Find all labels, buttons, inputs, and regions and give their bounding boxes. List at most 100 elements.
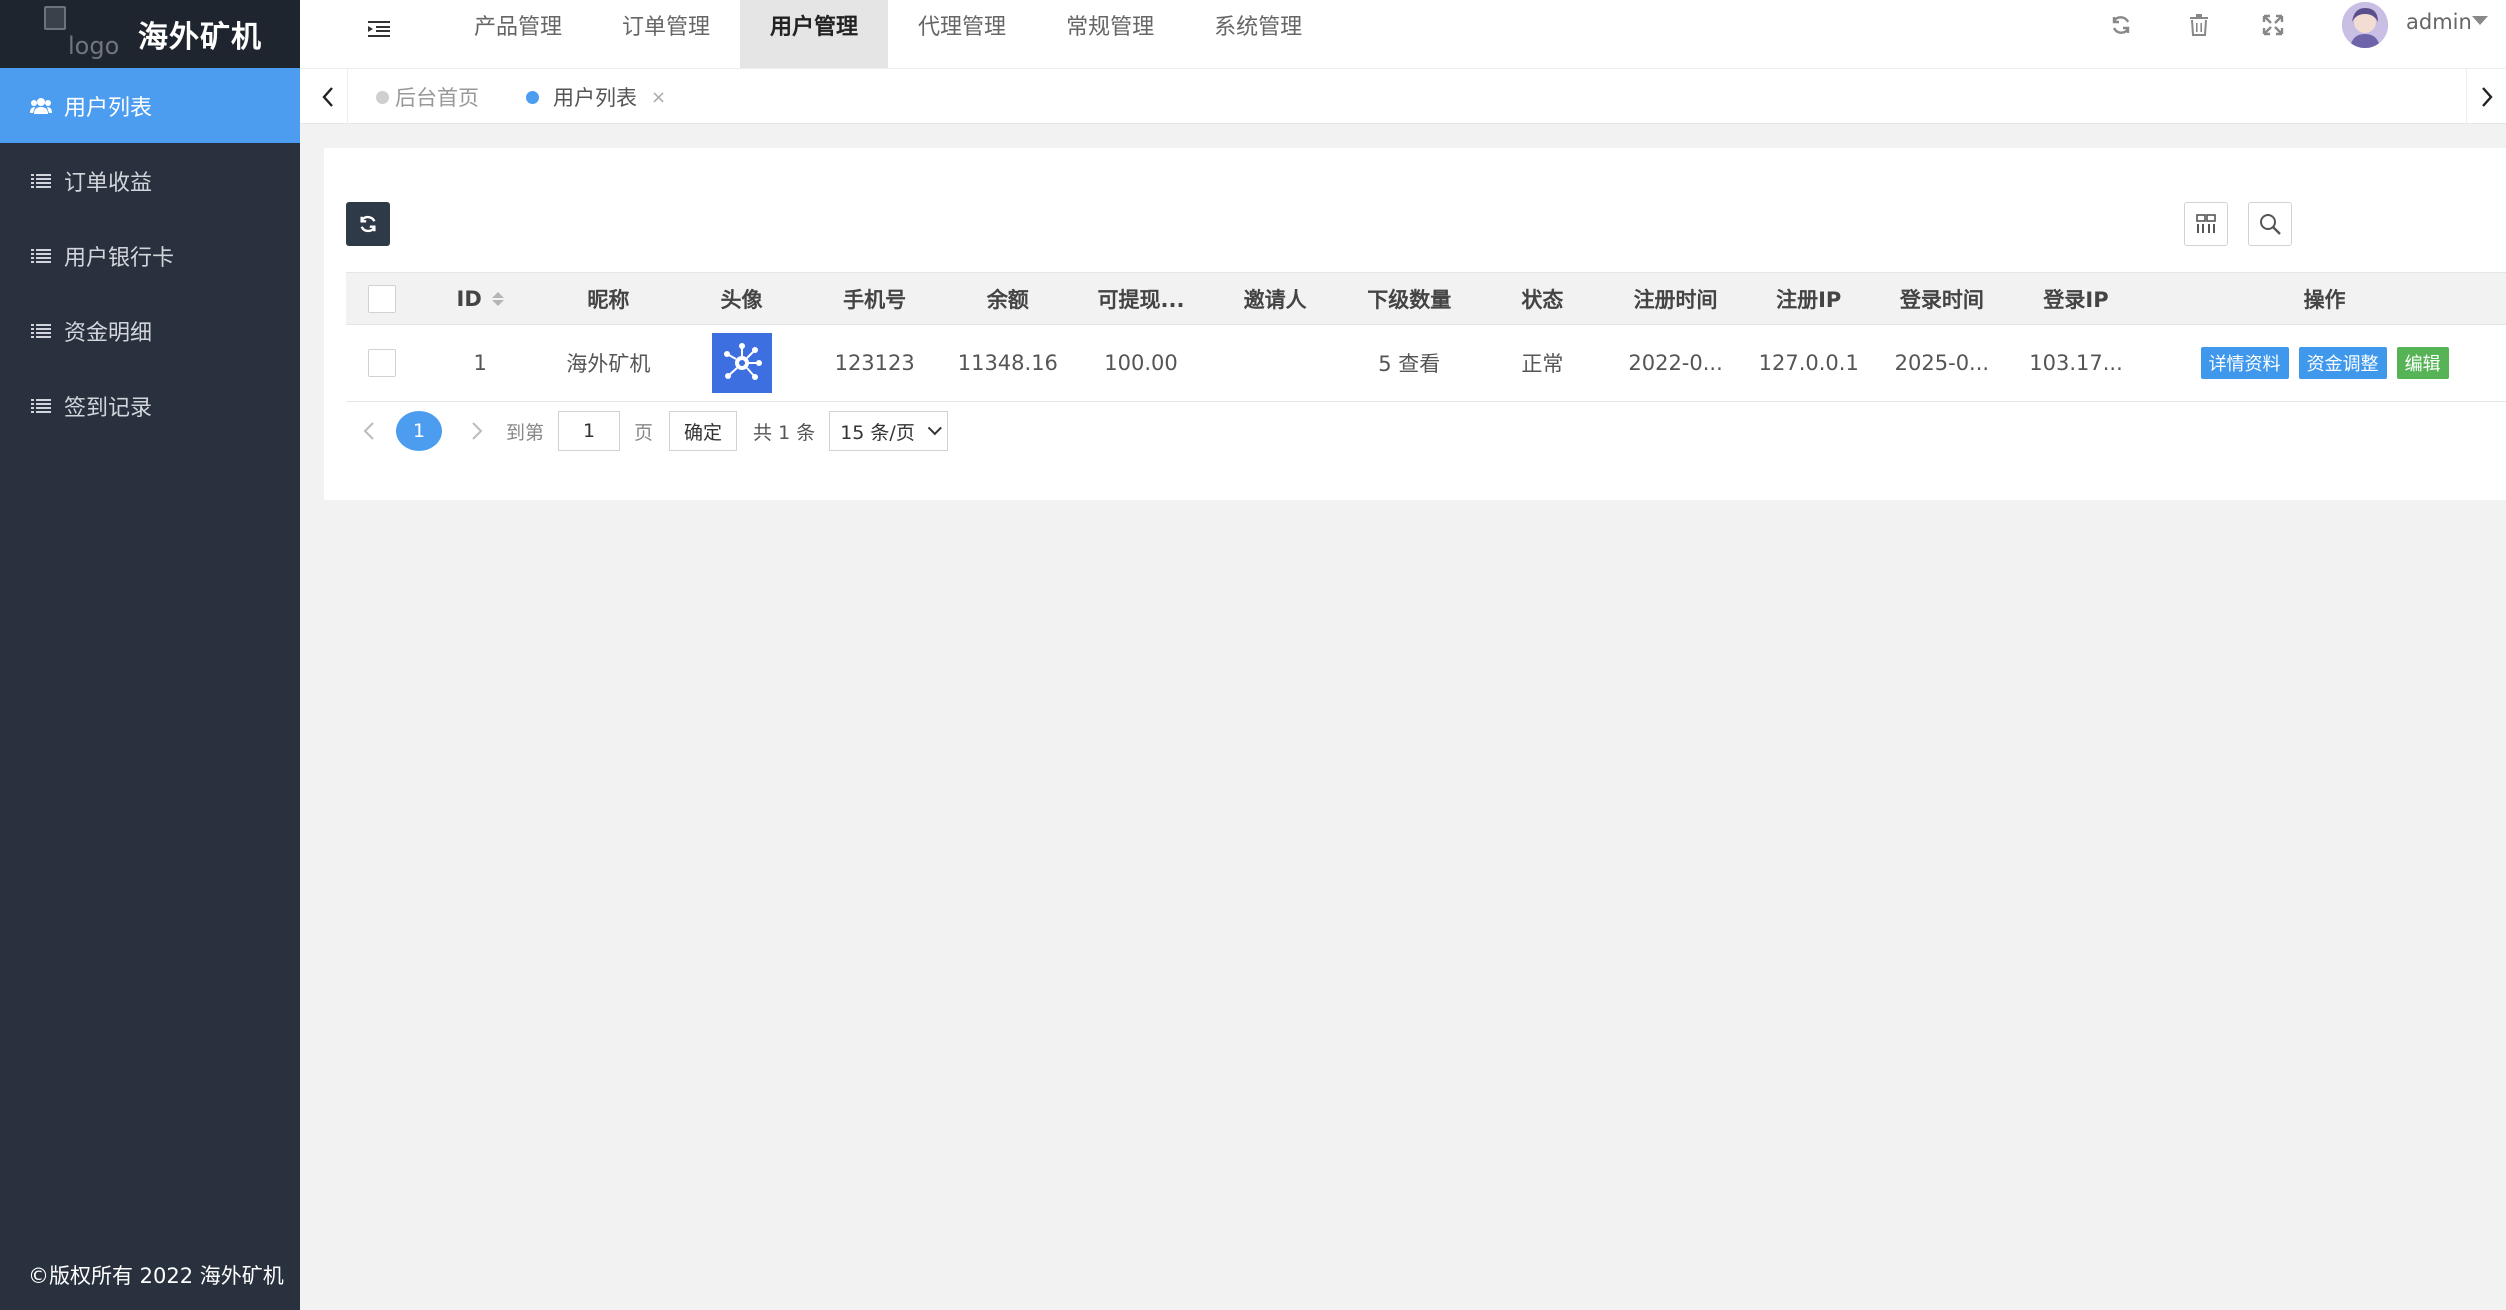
tab-user-list[interactable]: 用户列表 × bbox=[526, 69, 666, 125]
col-sub-count: 下级数量 bbox=[1367, 287, 1452, 312]
col-actions: 操作 bbox=[2303, 287, 2346, 312]
dot-icon bbox=[376, 90, 389, 104]
col-balance: 余额 bbox=[986, 287, 1029, 312]
cell-balance: 11348.16 bbox=[957, 351, 1058, 375]
page-tabs: 后台首页 用户列表 × bbox=[300, 68, 2506, 125]
sidebar-item-label: 签到记录 bbox=[64, 395, 153, 421]
tab-label: 用户列表 bbox=[553, 86, 637, 110]
top-nav: 产品管理 订单管理 用户管理 代理管理 常规管理 系统管理 bbox=[444, 0, 1332, 68]
col-id[interactable]: ID bbox=[419, 273, 541, 324]
fund-adjust-button[interactable]: 资金调整 bbox=[2298, 347, 2387, 379]
tab-home[interactable]: 后台首页 bbox=[376, 69, 479, 125]
page-unit-label: 页 bbox=[634, 421, 654, 444]
app-title: 海外矿机 bbox=[138, 20, 262, 55]
chevron-right-icon[interactable] bbox=[2466, 69, 2506, 125]
page-input[interactable] bbox=[558, 411, 621, 451]
logo-bar: logo 海外矿机 bbox=[0, 0, 300, 68]
tab-system-management[interactable]: 系统管理 bbox=[1184, 0, 1332, 68]
row-checkbox[interactable] bbox=[368, 349, 397, 377]
sidebar-item-label: 订单收益 bbox=[64, 170, 153, 196]
list-icon bbox=[30, 172, 52, 190]
fullscreen-icon[interactable] bbox=[2258, 10, 2288, 40]
cell-actions: 详情资料 资金调整 编辑 bbox=[2143, 325, 2506, 401]
tab-product-management[interactable]: 产品管理 bbox=[444, 0, 592, 68]
logo-image: logo bbox=[44, 6, 120, 62]
cell-sub-count[interactable]: 5 查看 bbox=[1342, 325, 1476, 401]
cell-status: 正常 bbox=[1521, 352, 1564, 376]
cell-reg-time: 2022-0... bbox=[1628, 351, 1723, 375]
select-all-checkbox[interactable] bbox=[368, 284, 397, 313]
cell-login-time: 2025-0... bbox=[1894, 351, 1990, 375]
row-select-cell bbox=[346, 325, 419, 401]
tab-agent-management[interactable]: 代理管理 bbox=[888, 0, 1036, 68]
cell-inviter bbox=[1208, 325, 1342, 401]
sidebar-item-label: 用户银行卡 bbox=[64, 245, 175, 271]
sidebar-item-user-list[interactable]: 用户列表 bbox=[0, 68, 300, 143]
details-button[interactable]: 详情资料 bbox=[2200, 347, 2289, 379]
table-header: ID 昵称 头像 手机号 余额 可提现... 邀请人 下级数量 状态 注册时间 … bbox=[346, 273, 2506, 325]
col-withdrawable: 可提现... bbox=[1097, 287, 1185, 312]
tab-order-management[interactable]: 订单管理 bbox=[592, 0, 740, 68]
chevron-left-icon[interactable] bbox=[308, 69, 348, 125]
prev-page-icon[interactable] bbox=[354, 411, 384, 451]
network-icon bbox=[723, 343, 762, 380]
sidebar: logo 海外矿机 用户列表 订单收益 用户银行卡 资金明细 签到记录 ©版权所… bbox=[0, 0, 300, 1310]
user-name[interactable]: admin bbox=[2406, 10, 2472, 34]
next-page-icon[interactable] bbox=[462, 411, 492, 451]
col-login-ip: 登录IP bbox=[2043, 287, 2109, 312]
col-avatar: 头像 bbox=[720, 287, 763, 312]
page-size-select[interactable]: 15 条/页 bbox=[829, 411, 948, 451]
refresh-button[interactable] bbox=[346, 202, 390, 246]
chevron-down-icon[interactable] bbox=[2472, 16, 2488, 25]
edit-button[interactable]: 编辑 bbox=[2396, 347, 2449, 379]
cell-avatar bbox=[675, 325, 807, 401]
menu-toggle-icon[interactable] bbox=[364, 14, 394, 44]
user-table: ID 昵称 头像 手机号 余额 可提现... 邀请人 下级数量 状态 注册时间 … bbox=[346, 272, 2506, 402]
cell-id: 1 bbox=[473, 351, 487, 375]
cell-nickname: 海外矿机 bbox=[566, 352, 651, 376]
goto-label: 到第 bbox=[506, 421, 545, 444]
col-login-time: 登录时间 bbox=[1899, 287, 1984, 312]
confirm-button[interactable]: 确定 bbox=[669, 411, 738, 451]
col-reg-ip: 注册IP bbox=[1776, 287, 1842, 312]
chevron-down-icon bbox=[927, 421, 942, 436]
sidebar-item-label: 资金明细 bbox=[64, 320, 153, 346]
sidebar-item-label: 用户列表 bbox=[64, 95, 153, 121]
content-card: ID 昵称 头像 手机号 余额 可提现... 邀请人 下级数量 状态 注册时间 … bbox=[324, 148, 2506, 500]
logo-alt-text: logo bbox=[68, 32, 120, 60]
table-row: 1 海外矿机 123123 11348.16 100.00 5 查看 正常 20… bbox=[346, 325, 2506, 401]
sidebar-item-fund-details[interactable]: 资金明细 bbox=[0, 293, 300, 368]
cell-reg-ip: 127.0.0.1 bbox=[1758, 351, 1859, 375]
dot-icon bbox=[526, 90, 539, 104]
columns-button[interactable] bbox=[2184, 202, 2228, 246]
trash-icon[interactable] bbox=[2184, 10, 2214, 40]
tab-label: 后台首页 bbox=[395, 86, 479, 110]
page-size-value: 15 条/页 bbox=[840, 421, 915, 444]
sidebar-item-checkin-records[interactable]: 签到记录 bbox=[0, 368, 300, 443]
close-icon[interactable]: × bbox=[651, 87, 666, 108]
users-icon bbox=[30, 97, 52, 115]
sidebar-item-order-income[interactable]: 订单收益 bbox=[0, 143, 300, 218]
tab-user-management[interactable]: 用户管理 bbox=[740, 0, 889, 68]
refresh-icon[interactable] bbox=[2106, 10, 2136, 40]
copyright: ©版权所有 2022 海外矿机 bbox=[28, 1264, 284, 1288]
column-label: ID bbox=[456, 286, 482, 311]
search-button[interactable] bbox=[2248, 202, 2292, 246]
col-inviter: 邀请人 bbox=[1243, 287, 1307, 312]
select-all-cell bbox=[346, 273, 419, 324]
user-avatar-image[interactable] bbox=[711, 333, 772, 393]
list-icon bbox=[30, 247, 52, 265]
sidebar-item-user-bank-card[interactable]: 用户银行卡 bbox=[0, 218, 300, 293]
columns-icon bbox=[2196, 214, 2216, 233]
col-nickname: 昵称 bbox=[587, 287, 630, 312]
tab-general-management[interactable]: 常规管理 bbox=[1036, 0, 1184, 68]
sidebar-nav: 用户列表 订单收益 用户银行卡 资金明细 签到记录 bbox=[0, 68, 300, 443]
avatar[interactable] bbox=[2342, 2, 2388, 48]
search-icon bbox=[2260, 214, 2281, 235]
col-phone: 手机号 bbox=[843, 287, 907, 312]
total-count: 共 1 条 bbox=[753, 421, 816, 444]
top-header: 产品管理 订单管理 用户管理 代理管理 常规管理 系统管理 admin bbox=[300, 0, 2506, 68]
sort-icon[interactable] bbox=[491, 291, 504, 306]
current-page[interactable]: 1 bbox=[396, 411, 442, 451]
cell-login-ip: 103.17... bbox=[2029, 351, 2123, 375]
